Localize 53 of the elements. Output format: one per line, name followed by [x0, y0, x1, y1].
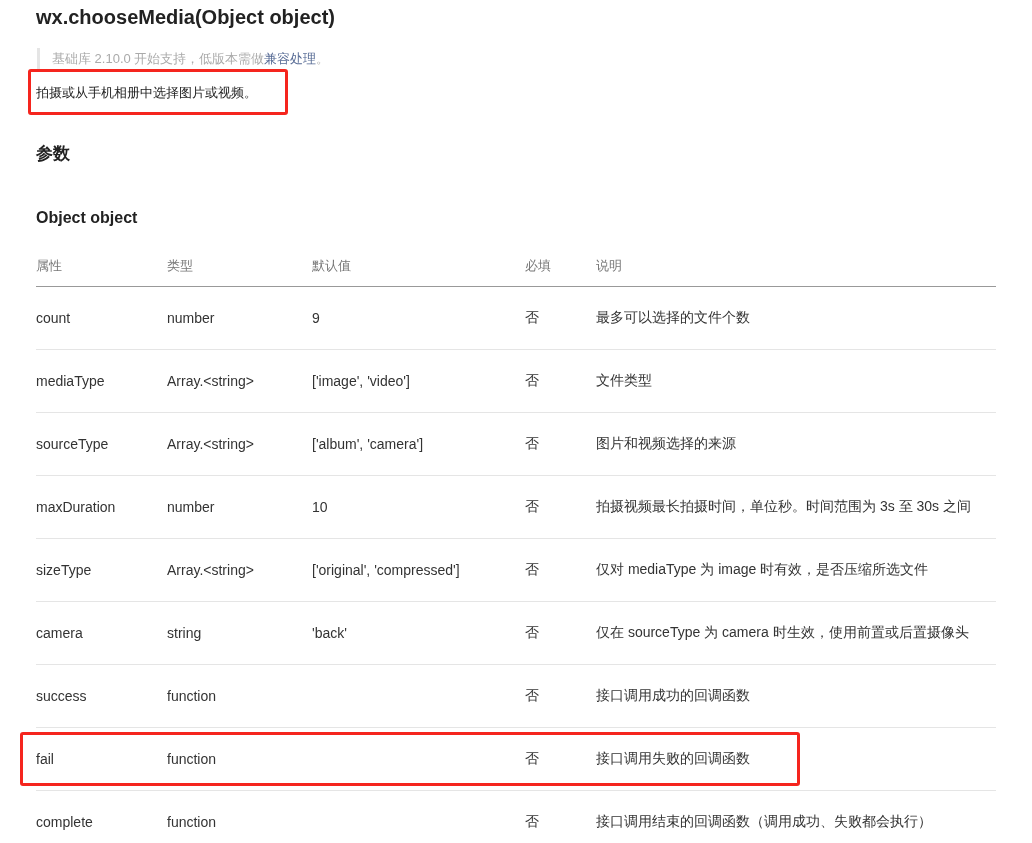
table-cell: 仅对 mediaType 为 image 时有效，是否压缩所选文件 [596, 561, 929, 579]
table-cell: function [167, 688, 217, 704]
table-cell: string [167, 625, 202, 641]
table-cell: 文件类型 [596, 372, 652, 390]
table-cell: count [36, 310, 71, 326]
table-cell: camera [36, 625, 83, 641]
table-cell: 否 [525, 561, 539, 579]
table-cell: 'back' [312, 625, 347, 641]
table-cell: fail [36, 751, 54, 767]
table-cell: 否 [525, 372, 539, 390]
table-cell: 接口调用失败的回调函数 [596, 750, 750, 768]
table-cell: 否 [525, 687, 539, 705]
description-text: 拍摄或从手机相册中选择图片或视频。 [36, 84, 258, 102]
table-cell: 9 [312, 310, 320, 326]
column-header: 必填 [525, 256, 551, 275]
column-header: 默认值 [312, 256, 351, 275]
table-cell: number [167, 310, 215, 326]
table-cell: 接口调用结束的回调函数（调用成功、失败都会执行） [596, 813, 932, 831]
table-cell: function [167, 751, 217, 767]
table-cell: Array.<string> [167, 562, 254, 578]
table-cell: 否 [525, 435, 539, 453]
table-cell: function [167, 814, 217, 830]
table-cell: number [167, 499, 215, 515]
table-cell: ['original', 'compressed'] [312, 562, 460, 578]
table-cell: ['album', 'camera'] [312, 436, 424, 452]
table-cell: 拍摄视频最长拍摄时间，单位秒。时间范围为 3s 至 30s 之间 [596, 498, 971, 516]
table-cell: complete [36, 814, 93, 830]
table-cell: 图片和视频选择的来源 [596, 435, 736, 453]
compat-link[interactable]: 兼容处理 [264, 51, 317, 66]
table-cell: sourceType [36, 436, 109, 452]
table-cell: sizeType [36, 562, 92, 578]
column-header: 说明 [596, 256, 622, 275]
table-cell: 10 [312, 499, 328, 515]
table-cell: ['image', 'video'] [312, 373, 410, 389]
subheading: Object object [36, 208, 139, 228]
table-cell: 否 [525, 750, 539, 768]
table-cell: maxDuration [36, 499, 116, 515]
table-cell: 仅在 sourceType 为 camera 时生效，使用前置或后置摄像头 [596, 624, 969, 642]
table-cell: 接口调用成功的回调函数 [596, 687, 750, 705]
table-cell: 否 [525, 309, 539, 327]
table-cell: 否 [525, 813, 539, 831]
column-header: 类型 [167, 256, 193, 275]
table-cell: Array.<string> [167, 436, 254, 452]
version-note: 基础库 2.10.0 开始支持，低版本需做兼容处理。 [37, 48, 996, 70]
table-cell: success [36, 688, 87, 704]
section-heading: 参数 [36, 143, 71, 165]
page-title: wx.chooseMedia(Object object) [36, 5, 336, 29]
table-cell: 最多可以选择的文件个数 [596, 309, 750, 327]
table-cell: 否 [525, 498, 539, 516]
table-cell: mediaType [36, 373, 105, 389]
table-cell: 否 [525, 624, 539, 642]
column-header: 属性 [36, 256, 62, 275]
table-cell: Array.<string> [167, 373, 254, 389]
